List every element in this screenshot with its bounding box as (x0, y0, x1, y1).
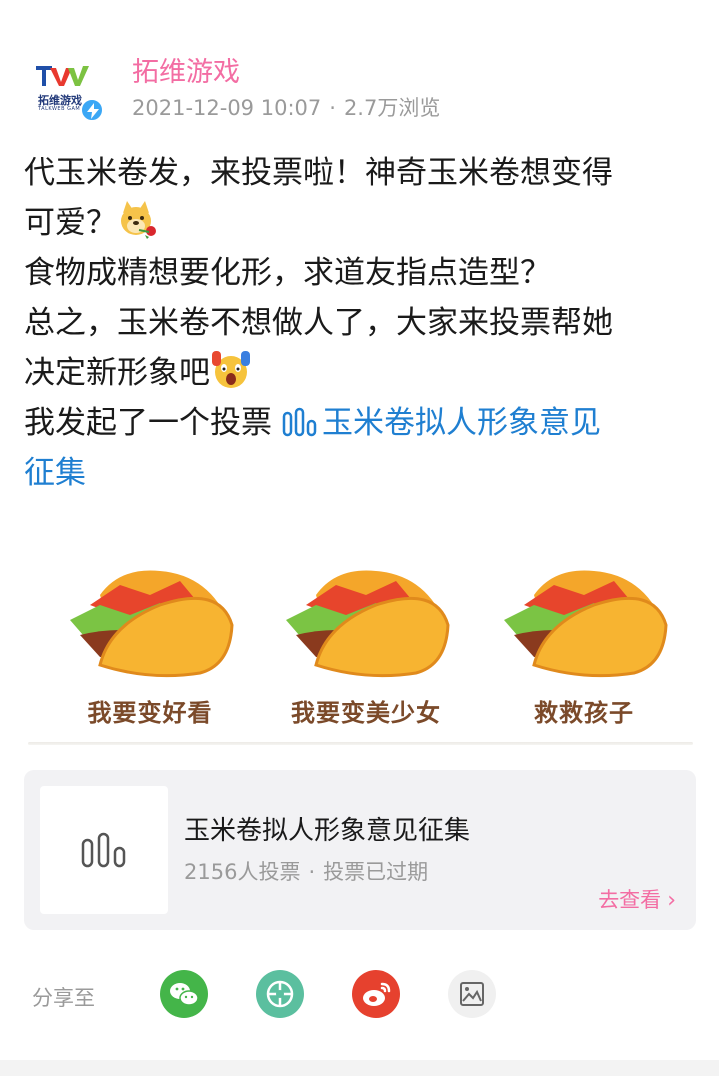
avatar-subtext: TALKWEB GAME (38, 106, 84, 112)
meta-separator: · (329, 96, 336, 120)
poll-votes: 2156人投票 (184, 860, 301, 884)
talkweb-logo (36, 66, 89, 86)
taco-image[interactable]: 我要变好看 我要变美少女 救救孩子 (24, 565, 696, 745)
poll-thumbnail (40, 786, 168, 914)
body-line: 决定新形象吧 (24, 348, 696, 398)
view-poll-link[interactable]: 去查看 › (598, 884, 676, 914)
body-line-text: 决定新形象吧 (24, 355, 210, 391)
wechat-icon (160, 970, 208, 1018)
body-line: 食物成精想要化形，求道友指点造型？ (24, 255, 551, 291)
author-name[interactable]: 拓维游戏 (132, 50, 240, 89)
body-line: 总之，玉米卷不想做人了，大家来投票帮她 (24, 305, 613, 341)
body-line: 代玉米卷发，来投票啦！神奇玉米卷想变得 (24, 155, 613, 191)
taco-option-2: 我要变美少女 (266, 565, 466, 735)
poll-status: 投票已过期 (323, 860, 429, 884)
vote-line: 我发起了一个投票 玉米卷拟人形象意见 (24, 398, 696, 448)
image-divider (28, 742, 693, 745)
chevron-right-icon: › (667, 888, 676, 913)
weibo-icon (352, 970, 400, 1018)
vote-link-continued[interactable]: 征集 (24, 448, 696, 498)
poll-meta: 2156人投票 · 投票已过期 (184, 856, 428, 886)
body-line-text: 可爱？ (24, 205, 117, 241)
post-date: 2021-12-09 10:07 (132, 96, 322, 120)
bottom-divider (0, 1060, 719, 1076)
screaming-emoji (210, 349, 252, 391)
taco-illustration (70, 570, 234, 678)
taco-label: 我要变好看 (87, 699, 213, 727)
share-bar: 分享至 (0, 960, 719, 1030)
post-body: 代玉米卷发，来投票啦！神奇玉米卷想变得 可爱？ 食物成精想要化形，求道友指点造型… (24, 148, 696, 498)
moments-icon (256, 970, 304, 1018)
moments-share-button[interactable] (256, 970, 304, 1018)
poll-separator: · (308, 860, 316, 884)
poll-card[interactable]: 玉米卷拟人形象意见征集 2156人投票 · 投票已过期 去查看 › (24, 770, 696, 930)
image-share-button[interactable] (448, 970, 496, 1018)
taco-label: 我要变美少女 (291, 699, 441, 727)
vote-link[interactable]: 玉米卷拟人形象意见 (322, 405, 601, 441)
wechat-share-button[interactable] (160, 970, 208, 1018)
post-views: 2.7万浏览 (343, 96, 441, 120)
share-label: 分享至 (32, 986, 95, 1010)
view-poll-label: 去查看 (598, 888, 662, 912)
lightning-badge-icon (80, 98, 104, 122)
taco-illustration (286, 570, 450, 678)
doge-rose-emoji (117, 199, 159, 241)
bar-chart-icon (81, 832, 126, 868)
taco-option-3: 救救孩子 (484, 565, 684, 735)
post-meta: 2021-12-09 10:07 · 2.7万浏览 (132, 92, 440, 122)
author-avatar[interactable]: 拓维游戏 TALKWEB GAME (24, 50, 104, 122)
vote-intro: 我发起了一个投票 (24, 405, 272, 441)
poll-title: 玉米卷拟人形象意见征集 (184, 816, 471, 846)
taco-label: 救救孩子 (534, 699, 634, 727)
taco-illustration (504, 570, 668, 678)
weibo-share-button[interactable] (352, 970, 400, 1018)
body-line: 可爱？ (24, 198, 696, 248)
poll-bars-icon (282, 402, 318, 437)
post-header: 拓维游戏 TALKWEB GAME 拓维游戏 2021-12-09 10:07 ·… (0, 0, 719, 140)
image-icon (448, 970, 496, 1018)
taco-option-1: 我要变好看 (50, 565, 250, 735)
